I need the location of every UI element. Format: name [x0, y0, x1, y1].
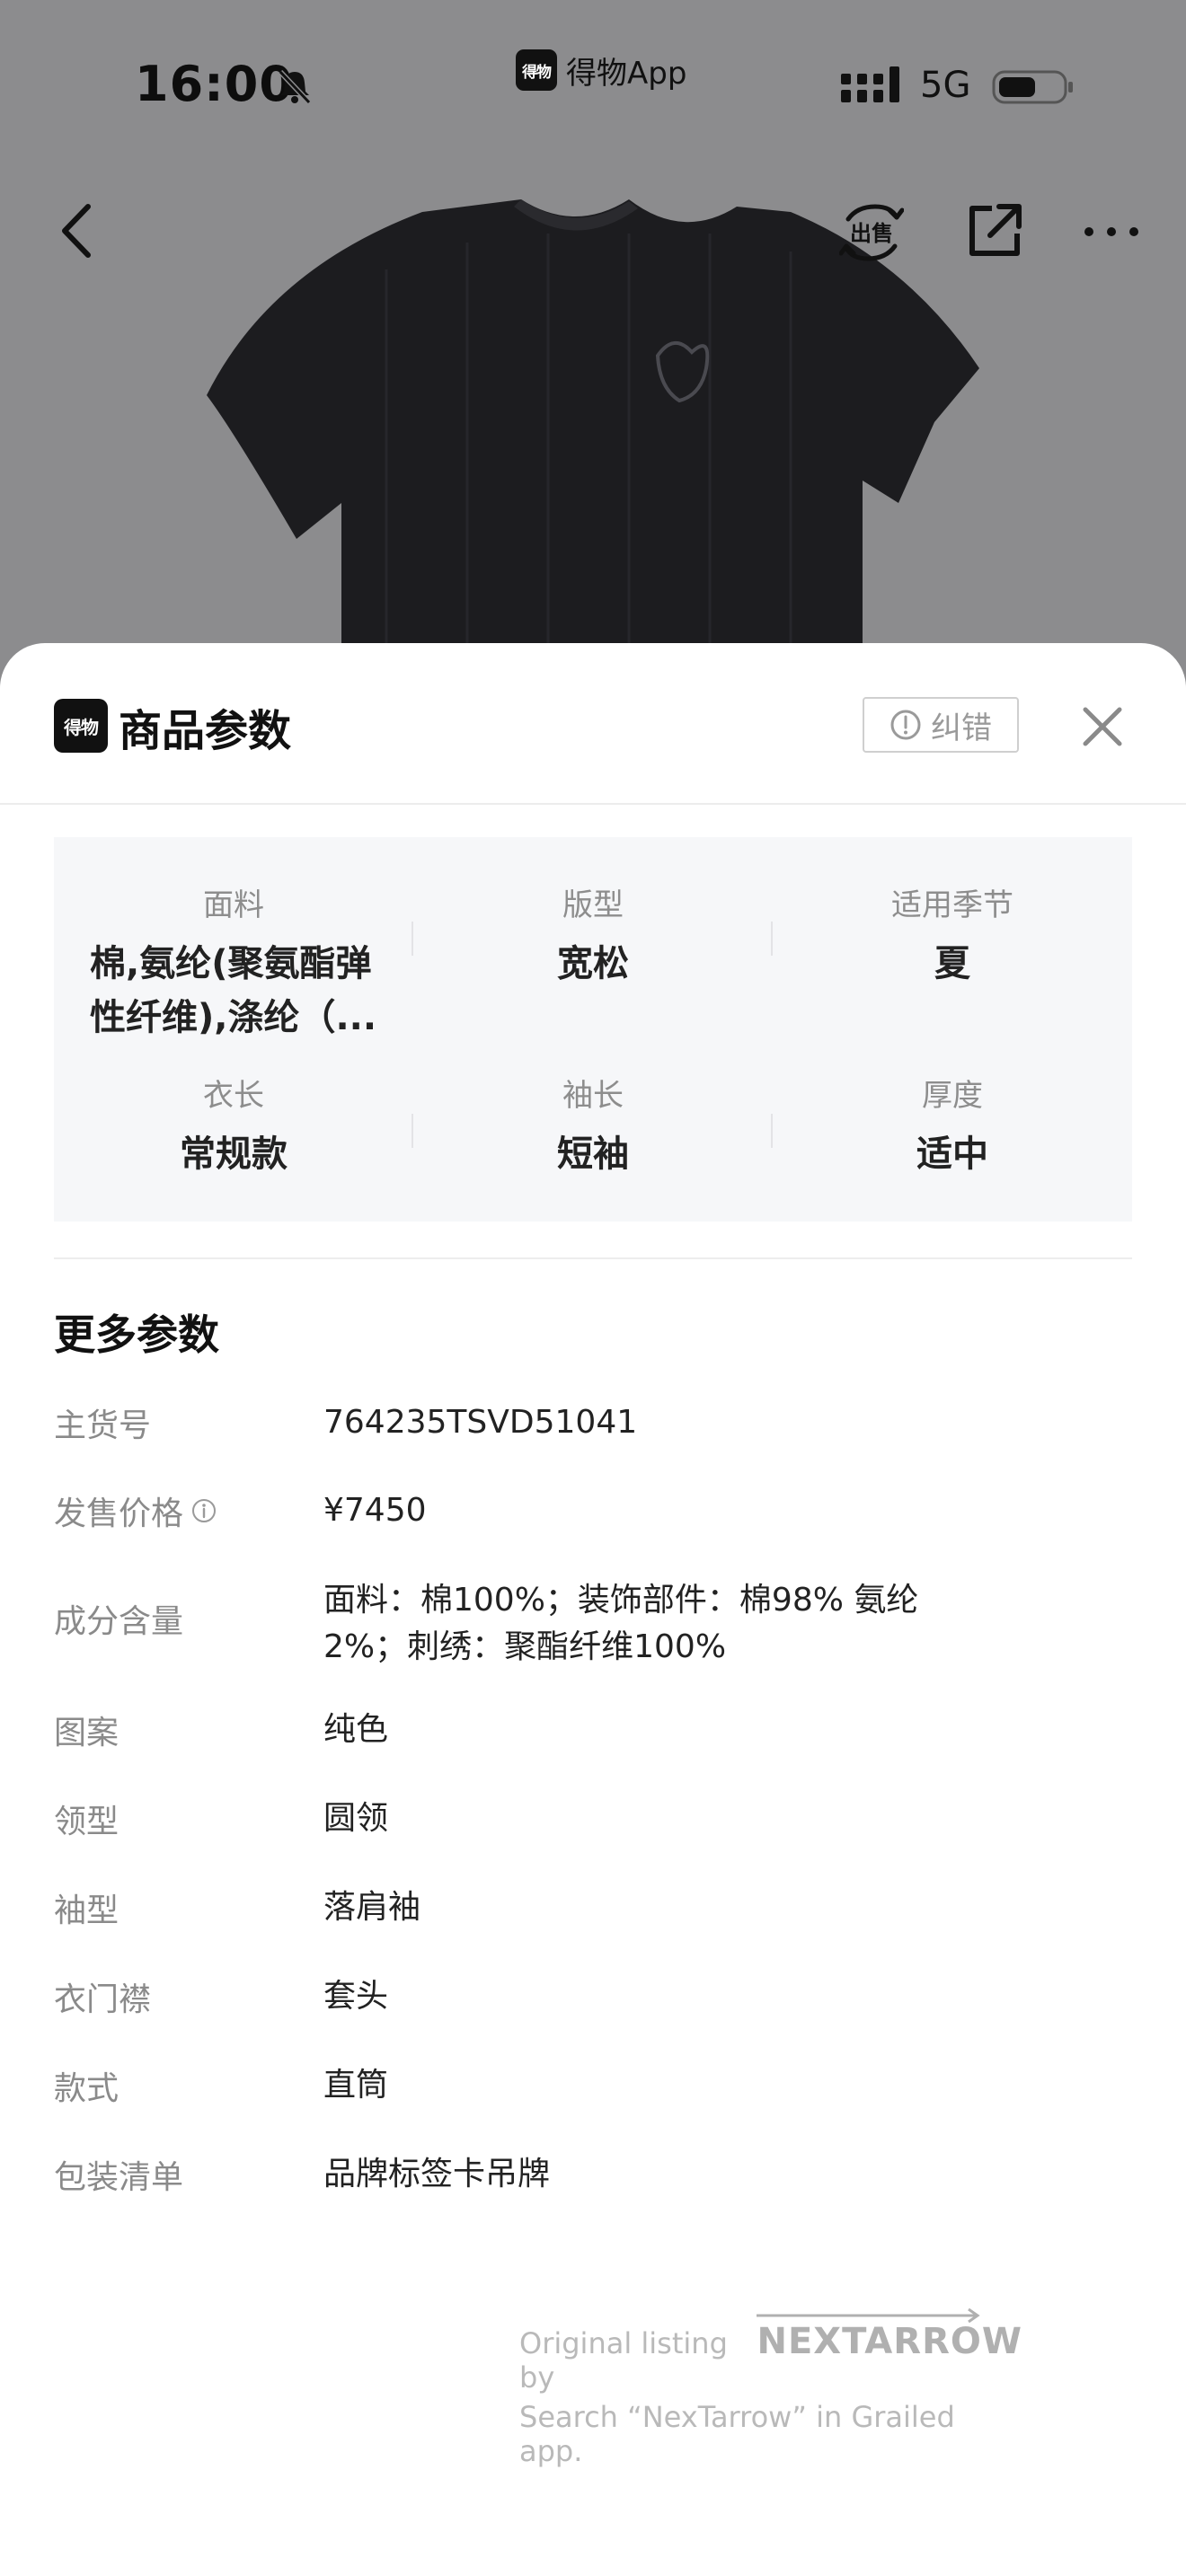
param-fit: 版型 宽松 — [413, 880, 773, 991]
param-row-value: 面料：棉100%；装饰部件：棉98% 氨纶2%；刺绣：聚酯纤维100% — [323, 1582, 919, 1665]
param-value: 棉,氨纶(聚氨酯弹性纤维),涤纶（... — [90, 943, 377, 1038]
sell-icon-text: 出售 — [850, 221, 893, 246]
param-value: 短袖 — [557, 1134, 629, 1175]
param-row-key: 发售价格 — [54, 1495, 184, 1532]
watermark-search-hint: Search “NexTarrow” in Grailed app. — [519, 2400, 955, 2468]
param-row-key: 主货号 — [54, 1407, 152, 1444]
brand-arrow-icon — [757, 2307, 981, 2324]
param-row-key: 成分含量 — [54, 1603, 184, 1640]
param-row-value: ¥7450 — [323, 1492, 427, 1529]
param-row-value: 纯色 — [323, 1711, 389, 1748]
app-indicator[interactable]: 得物 得物App — [516, 49, 686, 92]
info-icon[interactable] — [190, 1497, 217, 1524]
sell-icon[interactable]: 出售 — [839, 199, 904, 264]
param-row-value: 圆领 — [323, 1800, 389, 1837]
param-label: 袖长 — [562, 1078, 624, 1114]
param-value: 夏 — [934, 943, 970, 984]
param-thickness: 厚度 适中 — [773, 1071, 1132, 1181]
grid-divider — [771, 1114, 773, 1148]
grid-divider — [771, 922, 773, 956]
bell-muted-icon — [278, 69, 312, 105]
sheet-header: 得物 商品参数 纠错 — [0, 643, 1186, 805]
dewu-logo: 得物 — [54, 699, 108, 753]
param-row-value: 套头 — [323, 1978, 389, 2015]
param-label: 厚度 — [922, 1078, 983, 1114]
screen: 16:00 得物 得物App 5G 出售 得物 商品参数 纠错 面料 棉,氨纶(… — [0, 0, 1186, 2576]
watermark-brand: NEXTARROW — [757, 2321, 1022, 2362]
param-row-key: 款式 — [54, 2070, 119, 2107]
more-icon[interactable] — [1076, 196, 1146, 266]
cellular-signal-icon — [841, 66, 899, 102]
section-divider — [54, 1257, 1132, 1259]
sheet-title: 商品参数 — [119, 706, 292, 756]
param-value: 常规款 — [180, 1134, 288, 1175]
param-row-key: 领型 — [54, 1804, 119, 1840]
param-row-key: 包装清单 — [54, 2159, 184, 2196]
dewu-logo: 得物 — [516, 49, 557, 91]
battery-icon — [992, 70, 1073, 104]
app-name: 得物App — [566, 55, 687, 92]
grid-divider — [412, 922, 413, 956]
param-label: 版型 — [562, 887, 624, 923]
param-length: 衣长 常规款 — [54, 1071, 413, 1181]
param-row-key: 袖型 — [54, 1892, 119, 1929]
param-sleeve: 袖长 短袖 — [413, 1071, 773, 1181]
param-value: 宽松 — [557, 943, 629, 984]
network-type: 5G — [920, 65, 971, 106]
param-label: 面料 — [203, 887, 264, 923]
param-row-value: 落肩袖 — [323, 1889, 421, 1926]
report-error-button[interactable]: 纠错 — [863, 697, 1019, 753]
close-icon[interactable] — [1078, 702, 1127, 751]
key-params-grid: 面料 棉,氨纶(聚氨酯弹性纤维),涤纶（... 版型 宽松 适用季节 夏 衣长 … — [54, 837, 1132, 1222]
report-error-label: 纠错 — [931, 710, 992, 746]
param-label: 适用季节 — [891, 887, 1013, 923]
grid-divider — [412, 1114, 413, 1148]
param-value: 适中 — [916, 1134, 988, 1175]
product-params-sheet: 得物 商品参数 纠错 面料 棉,氨纶(聚氨酯弹性纤维),涤纶（... 版型 宽松… — [0, 643, 1186, 2576]
param-row-value: 764235TSVD51041 — [323, 1404, 638, 1441]
back-icon[interactable] — [45, 196, 115, 266]
status-time: 16:00 — [135, 56, 294, 112]
watermark: Original listing by NEXTARROW Search “Ne… — [519, 2307, 1022, 2468]
param-row-value: 直筒 — [323, 2067, 389, 2104]
share-icon[interactable] — [960, 196, 1030, 266]
param-row-value: 品牌标签卡吊牌 — [323, 2156, 551, 2192]
more-params-title: 更多参数 — [54, 1310, 219, 1359]
param-fabric: 面料 棉,氨纶(聚氨酯弹性纤维),涤纶（... — [54, 880, 413, 1045]
param-row-key: 衣门襟 — [54, 1981, 152, 2018]
param-row-key: 图案 — [54, 1715, 119, 1751]
alert-circle-icon — [890, 710, 921, 740]
watermark-prefix: Original listing by — [519, 2326, 728, 2395]
param-season: 适用季节 夏 — [773, 880, 1132, 991]
param-label: 衣长 — [203, 1078, 264, 1114]
